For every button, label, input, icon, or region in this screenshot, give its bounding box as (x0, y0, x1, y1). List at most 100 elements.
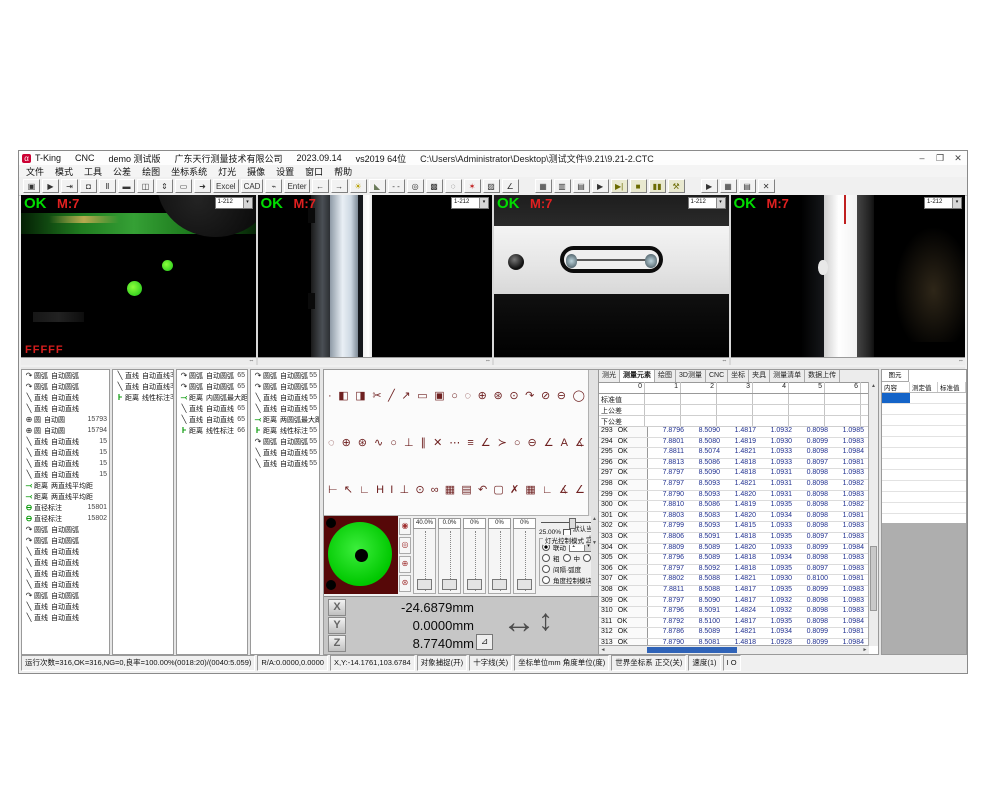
tolerance-row[interactable]: 标准值 (599, 394, 869, 405)
measure-tool-icon[interactable]: ◯ (573, 390, 585, 402)
toolbar-button[interactable]: ✕ (758, 179, 775, 193)
fine-radio[interactable] (583, 554, 591, 562)
measure-tool-icon[interactable]: ∿ (374, 437, 383, 449)
ring-light-preview[interactable] (324, 516, 398, 594)
toolbar-button[interactable]: CAD (241, 179, 264, 193)
list-item[interactable]: ╲ 直线自动直线 (22, 546, 109, 557)
table-vertical-scrollbar[interactable]: ▲ (868, 382, 878, 646)
diagonal-move-button[interactable]: ⊿ (476, 634, 493, 650)
table-row[interactable]: 310OK 7.8796 8.5091 1.4824 1.0932 0.8098… (599, 607, 869, 618)
zoom-slider[interactable] (541, 518, 592, 527)
measure-tool-icon[interactable]: ∟ (542, 484, 553, 496)
toolbar-button[interactable]: ▶ (701, 179, 718, 193)
menu-item[interactable]: 绘图 (142, 165, 160, 178)
list-item[interactable]: ╲ 直线自动直线 (22, 557, 109, 568)
detail-row[interactable] (882, 492, 966, 503)
detail-row[interactable] (882, 437, 966, 448)
toolbar-button[interactable]: ⚒ (668, 179, 685, 193)
list-item[interactable]: ╲ 直线自动直线 55 (251, 447, 319, 458)
tolerance-row[interactable]: 上公差 (599, 405, 869, 416)
list-item[interactable]: ↷ 圆弧自动圆弧 (22, 590, 109, 601)
measure-tool-icon[interactable]: ∟ (359, 484, 370, 496)
table-row[interactable]: 295OK 7.8811 8.5074 1.4821 1.0933 0.8098… (599, 448, 869, 459)
menu-item[interactable]: 模式 (55, 165, 73, 178)
list-item[interactable]: ↷ 圆弧自动圆弧 65 (177, 381, 247, 392)
table-tab[interactable]: 测量清单 (770, 370, 805, 382)
status-segment[interactable]: 运行次数=316,OK=316,NG=0,良率=100.00%(0018:20)… (21, 655, 255, 671)
camera-view-2[interactable]: OK M:7 1-212▾ ⇔ (258, 195, 493, 365)
status-segment[interactable]: 坐标单位mm 角度单位(度) (514, 655, 609, 671)
measure-tool-icon[interactable]: ∡ (575, 437, 585, 449)
measure-tool-icon[interactable]: ○ (514, 437, 521, 449)
detail-row[interactable] (882, 481, 966, 492)
measure-tool-icon[interactable]: ↷ (525, 390, 534, 402)
measure-tool-icon[interactable]: A (561, 437, 568, 449)
table-row[interactable]: 312OK 7.8786 8.5089 1.4821 1.0934 0.8099… (599, 628, 869, 639)
light-slider-handle[interactable] (467, 579, 482, 590)
coarse-radio[interactable] (542, 554, 550, 562)
mid-radio[interactable] (563, 554, 571, 562)
list-item[interactable]: ↷ 圆弧自动圆弧 65 (177, 370, 247, 381)
status-segment[interactable]: R/A:0.0000,0.0000 (257, 655, 328, 671)
measure-tool-icon[interactable]: ⊖ (557, 390, 566, 402)
table-row[interactable]: 294OK 7.8801 8.5080 1.4819 1.0930 0.8099… (599, 438, 869, 449)
table-row[interactable]: 309OK 7.8797 8.5090 1.4817 1.0932 0.8098… (599, 597, 869, 608)
measure-tool-icon[interactable]: ∡ (559, 484, 569, 496)
light-slider-handle[interactable] (442, 579, 457, 590)
detail-row[interactable] (882, 448, 966, 459)
toolbar-button[interactable]: ▤ (739, 179, 756, 193)
list-item[interactable]: ╲ 直线自动直线 34 (113, 381, 173, 392)
status-segment[interactable]: 速度(1) (688, 655, 720, 671)
toolbar-button[interactable]: ▦ (535, 179, 552, 193)
toolbar-button[interactable]: ▦ (720, 179, 737, 193)
options-scrollbar[interactable]: ▲▼ (591, 516, 598, 596)
light-slider[interactable]: 0% (488, 518, 511, 594)
toolbar-button[interactable]: ➜ (194, 179, 211, 193)
toolbar-button[interactable]: Enter (284, 179, 309, 193)
list-item[interactable]: Ⱶ 距离线性标注 66 (177, 425, 247, 436)
measure-tool-icon[interactable]: ╱ (388, 390, 395, 402)
measure-tool-icon[interactable]: ↗ (401, 390, 410, 402)
measure-tool-icon[interactable]: ↖ (344, 484, 353, 496)
menu-item[interactable]: 公差 (113, 165, 131, 178)
interval-radio[interactable] (542, 565, 550, 573)
maximize-button[interactable]: ❐ (931, 153, 949, 164)
measure-tool-icon[interactable]: ⊖ (528, 437, 537, 449)
toolbar-button[interactable] (687, 179, 699, 193)
measure-tool-icon[interactable]: ∠ (481, 437, 491, 449)
measure-tool-icon[interactable]: ↶ (478, 484, 487, 496)
light-slider[interactable]: 40.0% (413, 518, 436, 594)
toolbar-button[interactable]: - - (388, 179, 405, 193)
toolbar-button[interactable]: ⌁ (265, 179, 282, 193)
toolbar-button[interactable]: ☀ (350, 179, 367, 193)
toolbar-button[interactable]: ◎ (407, 179, 424, 193)
light-slider-handle[interactable] (517, 579, 532, 590)
measure-tool-icon[interactable]: ◨ (355, 390, 365, 402)
coax-light-icon[interactable]: ⊕ (399, 556, 411, 573)
detail-row[interactable] (882, 459, 966, 470)
toolbar-button[interactable]: ▬ (118, 179, 135, 193)
light-slider-track[interactable] (513, 529, 536, 594)
toolbar-button[interactable]: ← (312, 179, 329, 193)
measure-tool-icon[interactable]: ○ (451, 390, 458, 402)
table-tab[interactable]: 数据上传 (805, 370, 840, 382)
status-segment[interactable]: 对象捕捉(开) (417, 655, 468, 671)
jog-xy-vertical-arrows[interactable]: ↕ (538, 599, 553, 643)
table-row[interactable]: 299OK 7.8790 8.5093 1.4820 1.0931 0.8098… (599, 491, 869, 502)
scroll-right-icon[interactable]: ► (861, 646, 869, 654)
table-tab[interactable]: 夹具 (749, 370, 770, 382)
toolbar-button[interactable]: ⇥ (61, 179, 78, 193)
measure-tool-icon[interactable]: ⊕ (342, 437, 351, 449)
camera-2-range-dropdown[interactable]: 1-212▾ (451, 197, 489, 209)
ring-light-icon[interactable]: ◉ (399, 518, 411, 535)
measure-tool-icon[interactable]: ⊘ (541, 390, 550, 402)
x-axis-button[interactable]: X (328, 599, 346, 616)
table-tab[interactable]: 测量元素 (620, 370, 655, 382)
detail-row[interactable] (882, 415, 966, 426)
list-item[interactable]: ╲ 直线自动直线 55 (251, 392, 319, 403)
light-slider-track[interactable] (438, 529, 461, 594)
toolbar-button[interactable]: ◣ (369, 179, 386, 193)
light-slider-handle[interactable] (492, 579, 507, 590)
status-segment[interactable]: 十字线(关) (469, 655, 512, 671)
list-item[interactable]: ╲ 直线自动直线 (22, 568, 109, 579)
